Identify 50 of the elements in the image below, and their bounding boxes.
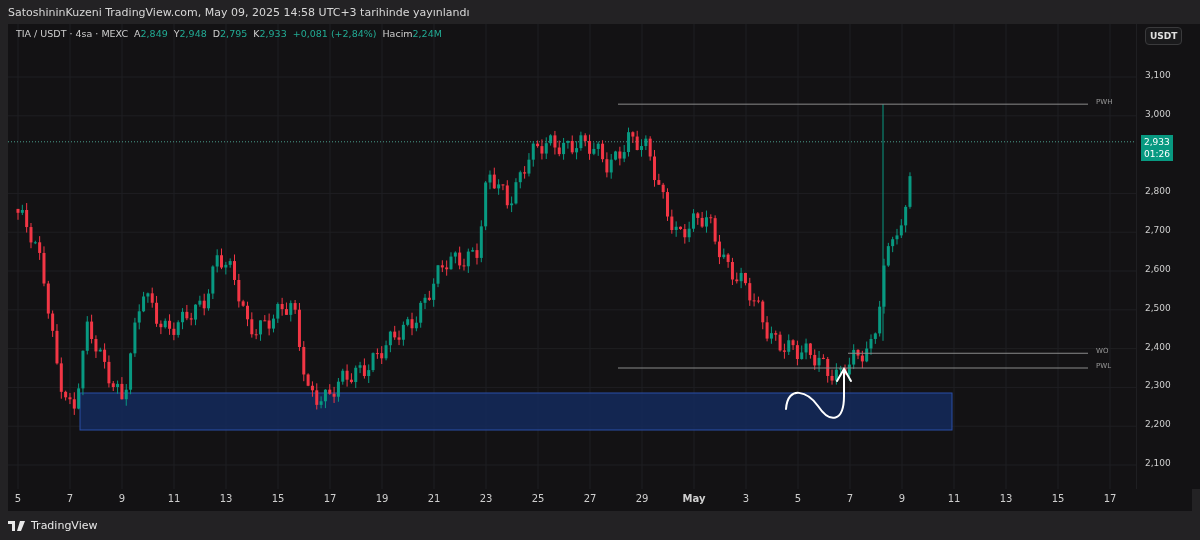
date-label: 9 — [898, 493, 906, 504]
ohlc-value: 2,849 — [140, 28, 168, 39]
date-label: 15 — [1051, 493, 1065, 504]
price-label: 2,200 — [1145, 419, 1171, 430]
date-label: 13 — [219, 493, 233, 504]
price-label: 2,700 — [1145, 225, 1171, 236]
date-label: 21 — [427, 493, 441, 504]
last-price-tag: 2,933 01:26 — [1141, 134, 1173, 161]
price-label: 3,100 — [1145, 70, 1171, 80]
symbol-text: TIA / USDT · 4sa · MEXC — [16, 28, 129, 39]
price-label: 2,500 — [1145, 302, 1171, 313]
date-label: 27 — [583, 493, 597, 504]
date-label: May — [682, 493, 706, 504]
attribution-text: SatoshininKuzeni TradingView.com, May 09, 2025 14:58 UTC+3 tarihinde yayınlandı — [8, 5, 470, 19]
ohlc-value: 2,948 — [179, 28, 207, 39]
date-label: 3 — [742, 493, 750, 504]
price-label: 2,600 — [1145, 264, 1171, 274]
date-label: 5 — [14, 493, 22, 504]
date-label: 11 — [947, 493, 961, 504]
ohlc-label: A — [134, 28, 141, 39]
volume-label: Hacim — [382, 28, 413, 39]
ohlc-label: D — [212, 28, 221, 39]
ohlc-label: Y — [173, 28, 180, 39]
date-label: 23 — [479, 493, 493, 504]
date-label: 17 — [1103, 493, 1117, 504]
price-label: 2,100 — [1145, 458, 1171, 468]
ohlc-value: 2,933 — [259, 28, 287, 39]
date-label: 7 — [66, 493, 74, 504]
ohlc-value: 2,795 — [220, 28, 248, 39]
price-label: 3,000 — [1145, 108, 1171, 119]
date-label: 13 — [999, 493, 1013, 504]
date-label: 9 — [118, 493, 126, 504]
price-label: 2,800 — [1145, 186, 1171, 197]
curved-arrow-drawing — [785, 367, 852, 419]
price-label: 2,400 — [1145, 341, 1171, 352]
volume-value: 2,24M — [412, 28, 442, 39]
date-label: 5 — [794, 493, 802, 504]
logo-icon — [8, 520, 26, 531]
date-label: 25 — [531, 493, 545, 504]
date-label: 29 — [635, 493, 649, 504]
currency-button[interactable]: USDT — [1145, 27, 1183, 45]
logo-text: TradingView — [31, 519, 98, 532]
change-value: +0,081 (+2,84%) — [292, 28, 377, 39]
price-label: 2,300 — [1145, 380, 1171, 391]
date-label: 19 — [375, 493, 389, 504]
ohlc-label: K — [253, 28, 260, 39]
date-label: 15 — [271, 493, 285, 504]
date-label: 7 — [846, 493, 854, 504]
date-label: 17 — [323, 493, 337, 504]
date-label: 11 — [167, 493, 181, 504]
